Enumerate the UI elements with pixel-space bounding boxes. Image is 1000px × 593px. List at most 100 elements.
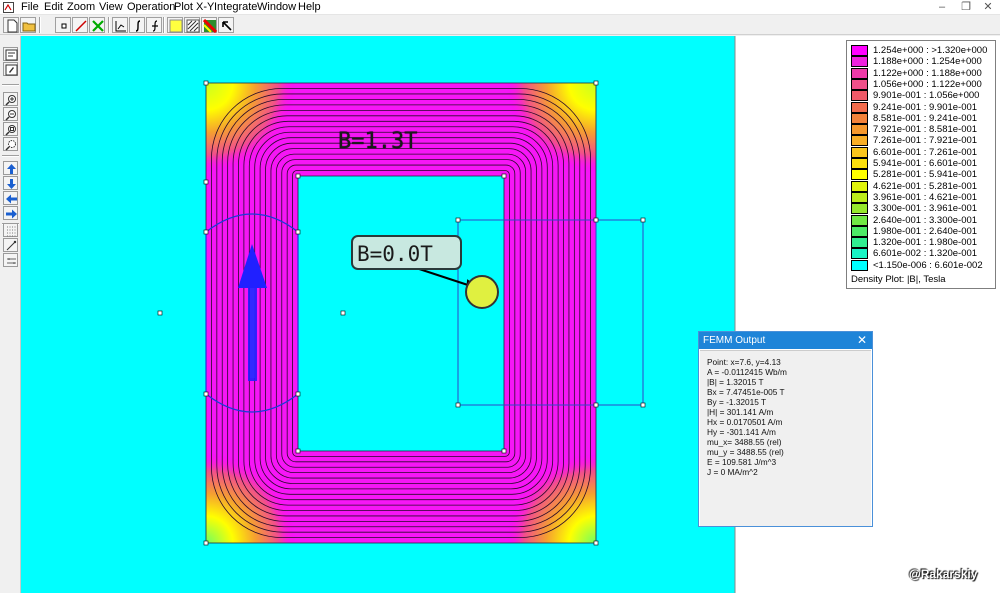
legend-swatch (851, 146, 868, 158)
legend-swatch (851, 203, 868, 215)
output-line: mu_x= 3488.55 (rel) (707, 437, 782, 447)
folder-icon (22, 22, 36, 32)
zoom-in-button[interactable] (3, 92, 18, 106)
grid-size-button[interactable] (3, 253, 18, 267)
legend-label: 4.621e-001 : 5.281e-001 (873, 180, 978, 192)
probe-point-marker[interactable] (465, 275, 499, 309)
flux-annotation: B=1.3T (338, 129, 417, 154)
contour-lines-button[interactable] (184, 17, 200, 33)
density-legend: 1.254e+000 : >1.320e+000 1.188e+000 : 1.2… (846, 40, 996, 289)
legend-swatch (851, 248, 868, 260)
legend-label: 8.581e-001 : 9.241e-001 (873, 112, 978, 124)
legend-swatch (851, 124, 868, 136)
edit-props-button[interactable] (3, 47, 18, 61)
pan-right-button[interactable] (3, 206, 18, 220)
select-pointer-button[interactable] (218, 17, 234, 33)
pointer-arrow-icon (222, 21, 232, 31)
legend-label: 6.601e-001 : 7.261e-001 (873, 146, 978, 158)
node-icon (61, 23, 67, 29)
menu-operation[interactable]: Operation (127, 1, 175, 14)
gradient-icon (203, 19, 217, 33)
density-plot-icon (169, 19, 183, 33)
output-line: Point: x=7.6, y=4.13 (707, 357, 781, 367)
menu-bar: File Edit Zoom View Operation Plot X-Y I… (0, 0, 1000, 15)
grid-icon (7, 226, 16, 237)
point-annotation: B=0.0T (357, 242, 433, 266)
menu-zoom[interactable]: Zoom (67, 1, 95, 14)
node-mode-button[interactable] (55, 17, 71, 33)
segment-mode-button[interactable] (72, 17, 88, 33)
legend-swatch (851, 45, 868, 56)
legend-label: 5.941e-001 : 6.601e-001 (873, 158, 978, 169)
output-line: |B| = 1.32015 T (707, 377, 764, 387)
output-body: Point: x=7.6, y=4.13 A = -0.0112415 Wb/m |… (700, 350, 871, 526)
show-grid-button[interactable] (3, 223, 18, 237)
output-line: E = 109.581 J/m^3 (707, 457, 777, 467)
arrow-up-icon (7, 164, 16, 174)
line-integral-icon (152, 20, 158, 32)
legend-label: <1.150e-006 : 6.601e-002 (873, 259, 983, 271)
femm-output-window[interactable]: FEMM Output ✕ Point: x=7.6, y=4.13 A = -0… (698, 331, 873, 527)
pan-down-button[interactable] (3, 176, 18, 190)
line-integral-button[interactable] (146, 17, 162, 33)
new-file-button[interactable] (3, 17, 19, 33)
restore-button[interactable]: ❐ (954, 0, 978, 14)
block-mode-button[interactable] (89, 17, 105, 33)
menu-integrate[interactable]: Integrate (214, 1, 257, 14)
menu-help[interactable]: Help (298, 1, 321, 14)
legend-label: 7.261e-001 : 7.921e-001 (873, 135, 978, 147)
legend-label: 3.961e-001 : 4.621e-001 (873, 191, 978, 203)
mats-icon (5, 64, 18, 76)
density-plot-button[interactable] (167, 17, 183, 33)
output-line: Hx = 0.0170501 A/m (707, 417, 783, 427)
vector-plot-button[interactable] (201, 17, 217, 33)
menu-plot-xy[interactable]: Plot X-Y (174, 1, 214, 14)
segment-icon (75, 20, 87, 32)
legend-caption: Density Plot: |B|, Tesla (851, 274, 946, 285)
zoom-out-button[interactable] (3, 107, 18, 121)
hatch-icon (186, 19, 200, 33)
zoom-window-button[interactable] (3, 137, 18, 151)
menu-view[interactable]: View (99, 1, 123, 14)
edit-mats-button[interactable] (3, 62, 18, 76)
arrow-down-icon (7, 179, 16, 189)
minimize-button[interactable]: – (930, 0, 954, 14)
pan-left-button[interactable] (3, 191, 18, 205)
legend-label: 1.254e+000 : >1.320e+000 (873, 45, 988, 56)
output-line: |H| = 301.141 A/m (707, 407, 774, 417)
legend-swatch (851, 169, 868, 181)
legend-swatch (851, 78, 868, 90)
left-toolbar (0, 36, 21, 593)
close-app-button[interactable]: ✕ (976, 0, 1000, 14)
output-title-bar[interactable]: FEMM Output ✕ (699, 332, 872, 349)
new-file-icon (7, 19, 18, 33)
legend-label: 1.980e-001 : 2.640e-001 (873, 225, 978, 237)
toolbar (0, 15, 1000, 35)
integral-button[interactable] (129, 17, 145, 33)
legend-label: 9.241e-001 : 9.901e-001 (873, 101, 978, 113)
output-close-icon[interactable]: ✕ (855, 332, 869, 349)
pan-up-button[interactable] (3, 161, 18, 175)
menu-edit[interactable]: Edit (44, 1, 63, 14)
output-line: Bx = 7.47451e-005 T (707, 387, 785, 397)
zoom-in-icon (5, 95, 16, 106)
legend-swatch (851, 158, 868, 169)
menu-file[interactable]: File (21, 1, 39, 14)
arrow-left-icon (6, 194, 17, 204)
zoom-natural-button[interactable] (3, 122, 18, 136)
legend-swatch (851, 112, 868, 124)
block-icon (92, 20, 104, 32)
legend-label: 3.300e-001 : 3.961e-001 (873, 203, 978, 215)
open-file-button[interactable] (20, 17, 36, 33)
zoom-out-icon (5, 110, 16, 121)
output-line: Hy = -301.141 A/m (707, 427, 776, 437)
contour-plot-button[interactable] (112, 17, 128, 33)
legend-label: 1.188e+000 : 1.254e+000 (873, 56, 982, 68)
contour-icon (115, 21, 126, 32)
legend-swatch (851, 56, 868, 68)
output-line: mu_y = 3488.55 (rel) (707, 447, 784, 457)
snap-grid-button[interactable] (3, 238, 18, 252)
watermark: @Rakarskiy (909, 567, 978, 581)
legend-label: 2.640e-001 : 3.300e-001 (873, 214, 978, 226)
menu-window[interactable]: Window (257, 1, 296, 14)
